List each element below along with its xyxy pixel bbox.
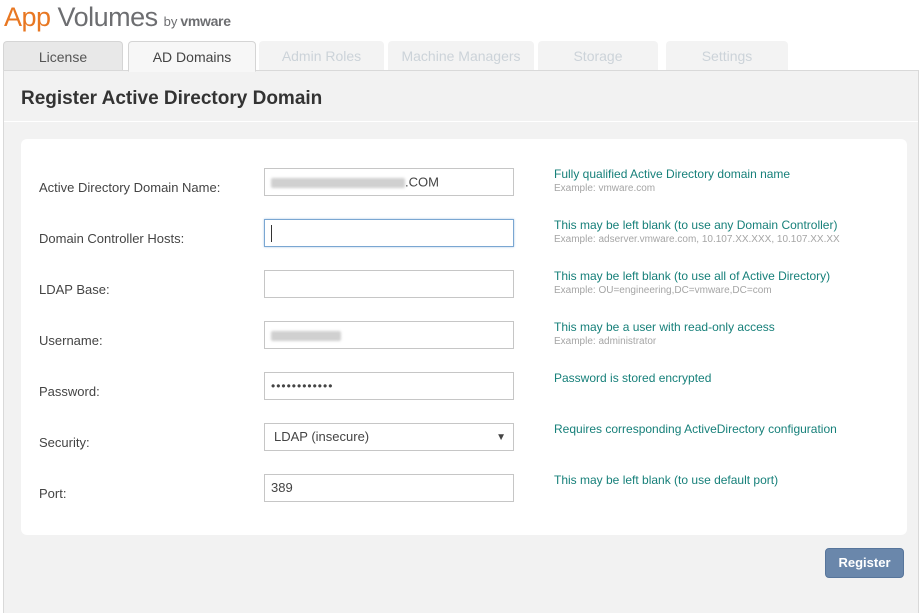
tab-ad-domains[interactable]: AD Domains bbox=[128, 41, 256, 72]
username-label: Username: bbox=[39, 333, 103, 348]
ldap-base-help: This may be left blank (to use all of Ac… bbox=[554, 269, 831, 296]
tab-storage: Storage bbox=[538, 41, 658, 71]
row-username: Username: This may be a user with read-o… bbox=[21, 320, 907, 360]
row-domain-name: Active Directory Domain Name: .COM Fully… bbox=[21, 167, 907, 207]
tab-admin-roles: Admin Roles bbox=[259, 41, 384, 71]
row-password: Password: •••••••••••• Password is store… bbox=[21, 371, 907, 411]
username-input[interactable] bbox=[264, 321, 514, 349]
title-divider bbox=[4, 121, 918, 122]
logo-vmware: vmware bbox=[180, 13, 231, 29]
row-security: Security: LDAP (insecure) ▼ Requires cor… bbox=[21, 422, 907, 462]
port-label: Port: bbox=[39, 486, 67, 501]
logo-by: by bbox=[163, 14, 178, 29]
row-dc-hosts: Domain Controller Hosts: This may be lef… bbox=[21, 218, 907, 258]
password-label: Password: bbox=[39, 384, 100, 399]
domain-name-help: Fully qualified Active Directory domain … bbox=[554, 167, 791, 194]
tab-license[interactable]: License bbox=[3, 41, 123, 71]
content-panel: Register Active Directory Domain Active … bbox=[3, 70, 919, 613]
domain-name-label: Active Directory Domain Name: bbox=[39, 180, 221, 195]
redacted-text bbox=[271, 177, 405, 188]
password-help: Password is stored encrypted bbox=[554, 371, 712, 385]
dc-hosts-label: Domain Controller Hosts: bbox=[39, 231, 185, 246]
port-input[interactable]: 389 bbox=[264, 474, 514, 502]
username-help: This may be a user with read-only access… bbox=[554, 320, 775, 347]
security-label: Security: bbox=[39, 435, 90, 450]
security-select[interactable]: LDAP (insecure) ▼ bbox=[264, 423, 514, 451]
register-domain-form: Active Directory Domain Name: .COM Fully… bbox=[21, 139, 907, 535]
register-button[interactable]: Register bbox=[825, 548, 904, 578]
port-help: This may be left blank (to use default p… bbox=[554, 473, 779, 487]
app-volumes-logo: App Volumes by vmware bbox=[4, 2, 231, 38]
logo-wordmark: App Volumes bbox=[4, 2, 158, 32]
page-title: Register Active Directory Domain bbox=[21, 88, 323, 109]
security-help: Requires corresponding ActiveDirectory c… bbox=[554, 422, 837, 436]
domain-name-input[interactable]: .COM bbox=[264, 168, 514, 196]
row-port: Port: 389 This may be left blank (to use… bbox=[21, 473, 907, 513]
text-caret bbox=[271, 225, 272, 242]
redacted-text bbox=[271, 330, 341, 341]
tab-settings: Settings bbox=[666, 41, 788, 71]
ldap-base-input[interactable] bbox=[264, 270, 514, 298]
dc-hosts-help: This may be left blank (to use any Domai… bbox=[554, 218, 840, 245]
password-input[interactable]: •••••••••••• bbox=[264, 372, 514, 400]
tab-bar: License AD Domains Admin Roles Machine M… bbox=[3, 41, 919, 72]
dc-hosts-input[interactable] bbox=[264, 219, 514, 247]
row-ldap-base: LDAP Base: This may be left blank (to us… bbox=[21, 269, 907, 309]
tab-machine-managers: Machine Managers bbox=[388, 41, 534, 71]
dropdown-arrow-icon: ▼ bbox=[496, 432, 506, 443]
ldap-base-label: LDAP Base: bbox=[39, 282, 110, 297]
